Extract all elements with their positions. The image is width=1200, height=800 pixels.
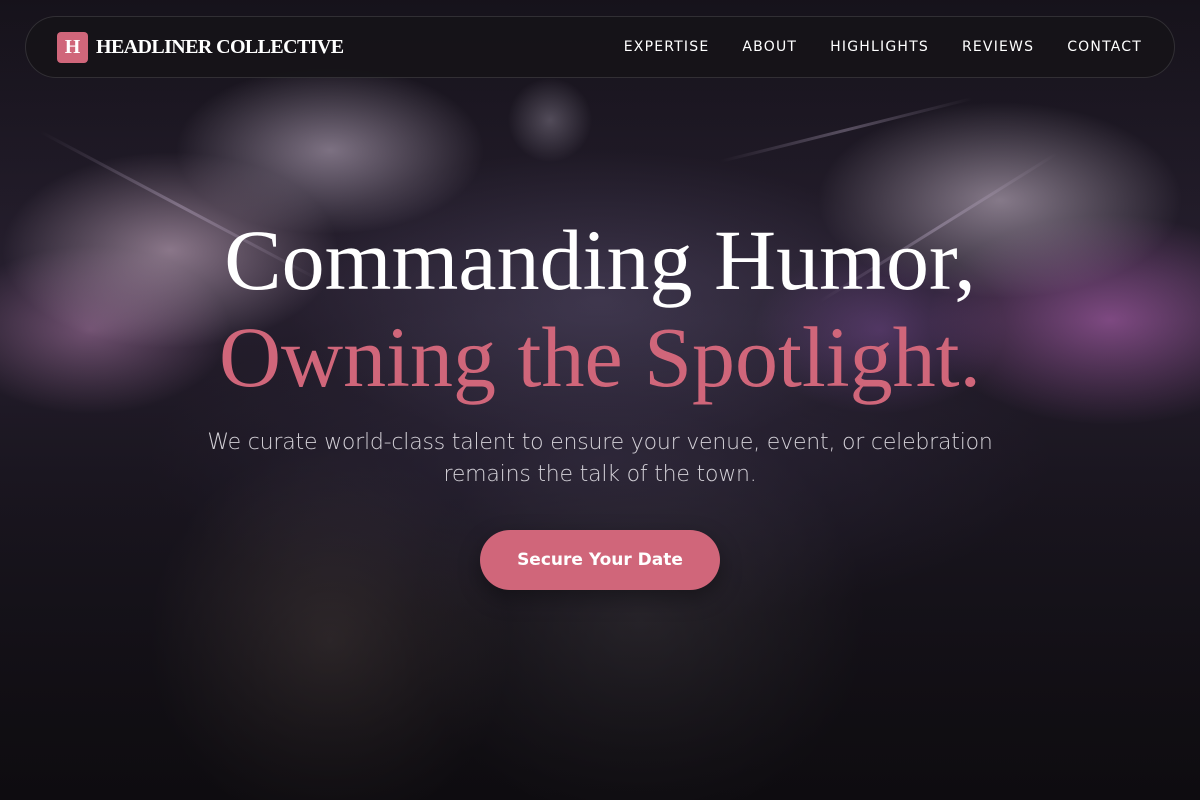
hero-headline-line1: Commanding Humor, xyxy=(224,212,976,308)
hero-section: Commanding Humor, Owning the Spotlight. … xyxy=(0,0,1200,800)
hero-tagline: We curate world-class talent to ensure y… xyxy=(207,430,993,487)
secure-your-date-button[interactable]: Secure Your Date xyxy=(480,530,720,590)
hero-headline-line2: Owning the Spotlight. xyxy=(218,309,982,405)
